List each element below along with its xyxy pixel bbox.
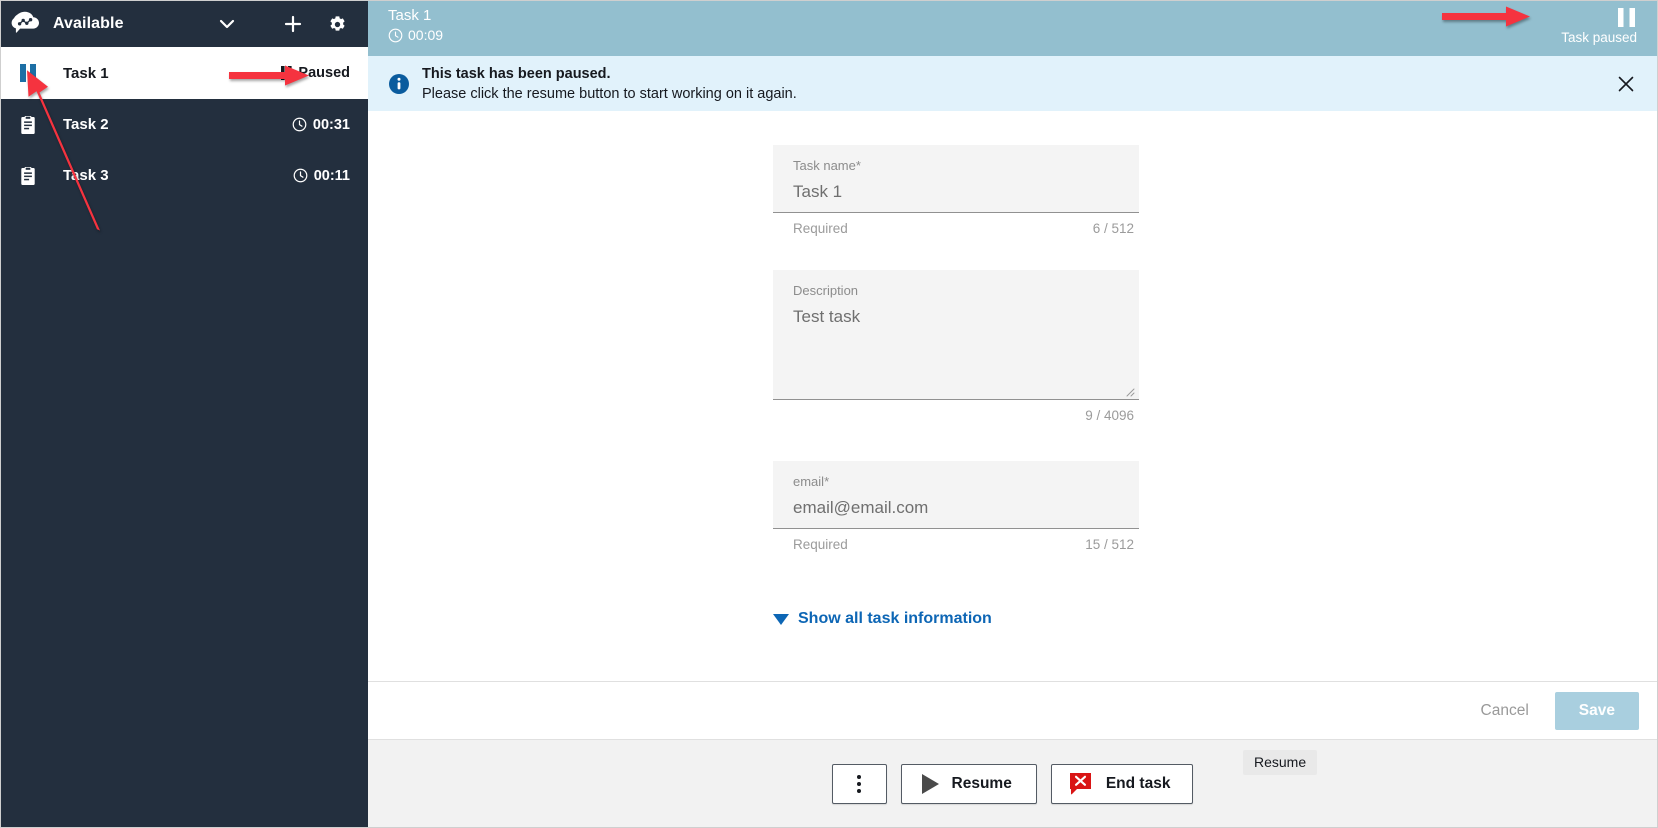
kebab-menu-icon (857, 774, 862, 793)
description-value: Test task (793, 307, 861, 326)
task-name-label: Task name* (793, 158, 861, 173)
task-header-title: Task 1 (388, 7, 432, 24)
description-counter: 9 / 4096 (1085, 408, 1134, 423)
sidebar: Available Task 1 Paused Task 2 00:31 Tas… (1, 1, 368, 827)
task-list: Task 1 Paused Task 2 00:31 Task 3 00:11 (1, 47, 368, 201)
paused-info-banner: This task has been paused. Please click … (368, 56, 1657, 111)
banner-subtitle: Please click the resume button to start … (422, 85, 797, 102)
field-description: Description Test task 9 / 4096 (773, 270, 1139, 423)
task-header: Task 1 00:09 Task paused (368, 1, 1657, 56)
task-list-item-status: 00:11 (293, 168, 350, 184)
task-header-timer: 00:09 (388, 27, 443, 44)
field-task-name: Task name* Task 1 Required 6 / 512 (773, 145, 1139, 236)
clipboard-icon (19, 166, 49, 186)
cancel-button[interactable]: Cancel (1465, 693, 1545, 729)
task-name-required-text: Required (793, 221, 848, 236)
info-circle-icon (388, 73, 410, 95)
end-task-button-label: End task (1105, 774, 1171, 792)
resize-handle-icon[interactable] (1123, 384, 1135, 397)
task-list-item-status-text: 00:31 (312, 116, 350, 133)
task-list-item-status: 00:31 (292, 117, 350, 133)
task-list-item-status-text: 00:11 (313, 167, 350, 184)
save-button[interactable]: Save (1554, 691, 1639, 730)
agent-status-label: Available (53, 15, 124, 32)
task-list-item-name: Task 1 (63, 64, 109, 82)
pause-icon (19, 63, 49, 83)
task-list-item-task-1[interactable]: Task 1 Paused (1, 47, 368, 99)
task-list-item-name: Task 3 (63, 167, 109, 184)
play-icon (921, 773, 939, 794)
pause-icon-small (281, 66, 293, 80)
caret-down-icon (773, 613, 789, 625)
task-header-timer-text: 00:09 (408, 27, 444, 43)
show-all-task-information-link[interactable]: Show all task information (773, 610, 992, 628)
action-bar: Resume Resume End task (368, 739, 1657, 827)
clock-icon (388, 28, 403, 43)
close-icon[interactable] (1613, 71, 1639, 97)
task-form: Task name* Task 1 Required 6 / 512 Descr… (368, 111, 1657, 681)
more-options-button[interactable] (831, 763, 887, 804)
task-list-item-status-text: Paused (298, 65, 350, 81)
email-value: email@email.com (793, 498, 929, 517)
banner-title: This task has been paused. (422, 65, 611, 82)
sidebar-header: Available (1, 1, 368, 47)
connect-cloud-logo-icon (9, 9, 43, 39)
description-meta: 9 / 4096 (773, 400, 1139, 423)
save-bar: Cancel Save (368, 681, 1657, 739)
clock-icon (293, 168, 308, 183)
task-paused-label: Task paused (1561, 30, 1637, 45)
task-list-item-name: Task 2 (63, 116, 109, 133)
chevron-down-icon[interactable] (210, 7, 244, 41)
resume-tooltip: Resume (1243, 750, 1318, 775)
clock-icon (292, 117, 307, 132)
plus-icon[interactable] (276, 7, 310, 41)
clipboard-icon (19, 115, 49, 135)
form-spacer (773, 236, 1657, 270)
email-input[interactable]: email* email@email.com (773, 461, 1139, 529)
task-name-counter: 6 / 512 (1092, 221, 1134, 236)
description-label: Description (793, 283, 859, 298)
task-name-meta: Required 6 / 512 (773, 213, 1139, 236)
main-panel: Task 1 00:09 Task paused This task has b… (368, 1, 1657, 827)
banner-text: This task has been paused. Please click … (422, 64, 797, 104)
end-chat-x-icon (1068, 771, 1093, 796)
gear-icon[interactable] (320, 7, 354, 41)
field-email: email* email@email.com Required 15 / 512 (773, 461, 1139, 552)
resume-button-label: Resume (951, 774, 1012, 792)
end-task-button[interactable]: End task (1050, 763, 1194, 804)
task-list-item-task-2[interactable]: Task 2 00:31 (1, 99, 368, 150)
email-required-text: Required (793, 537, 848, 552)
task-header-right: Task paused (1561, 7, 1637, 46)
resume-button[interactable]: Resume (900, 763, 1037, 804)
show-all-task-information-label: Show all task information (798, 610, 992, 627)
email-label: email* (793, 474, 830, 489)
task-name-input[interactable]: Task name* Task 1 (773, 145, 1139, 213)
task-list-item-task-3[interactable]: Task 3 00:11 (1, 150, 368, 201)
task-header-left: Task 1 00:09 (388, 7, 443, 44)
task-name-value: Task 1 (793, 182, 843, 201)
email-counter: 15 / 512 (1085, 537, 1134, 552)
email-meta: Required 15 / 512 (773, 529, 1139, 552)
description-input[interactable]: Description Test task (773, 270, 1139, 400)
form-spacer (773, 423, 1657, 461)
task-list-item-status: Paused (281, 65, 350, 81)
pause-icon[interactable] (1615, 7, 1637, 27)
ccp-task-window: Available Task 1 Paused Task 2 00:31 Tas… (0, 0, 1658, 828)
